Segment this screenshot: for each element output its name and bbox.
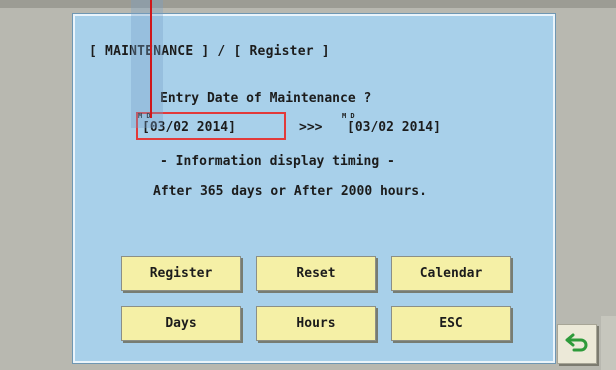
- info-display-timing-title: - Information display timing -: [160, 154, 395, 169]
- hours-button[interactable]: Hours: [256, 306, 376, 341]
- reset-button[interactable]: Reset: [256, 256, 376, 291]
- device-top-edge: [0, 0, 616, 8]
- return-arrow-icon: [565, 331, 589, 357]
- dialog-title: [ MAINTENANCE ] / [ Register ]: [89, 44, 330, 59]
- selection-column-overlay: [131, 0, 163, 128]
- info-display-timing-text: After 365 days or After 2000 hours.: [153, 184, 427, 199]
- days-button[interactable]: Days: [121, 306, 241, 341]
- side-panel-strip: [601, 316, 616, 370]
- callout-pointer-line: [150, 0, 152, 118]
- back-button[interactable]: [557, 324, 597, 364]
- entry-date-question: Entry Date of Maintenance ?: [160, 91, 372, 106]
- date-arrows: >>>: [299, 120, 323, 135]
- register-button[interactable]: Register: [121, 256, 241, 291]
- calendar-button[interactable]: Calendar: [391, 256, 511, 291]
- date-row: M D [03/02 2014] >>> M D [03/02 2014]: [136, 112, 456, 142]
- new-date-marker: M D: [342, 112, 355, 120]
- screen: [ MAINTENANCE ] / [ Register ] Entry Dat…: [0, 0, 616, 370]
- new-date: [03/02 2014]: [347, 120, 441, 135]
- esc-button[interactable]: ESC: [391, 306, 511, 341]
